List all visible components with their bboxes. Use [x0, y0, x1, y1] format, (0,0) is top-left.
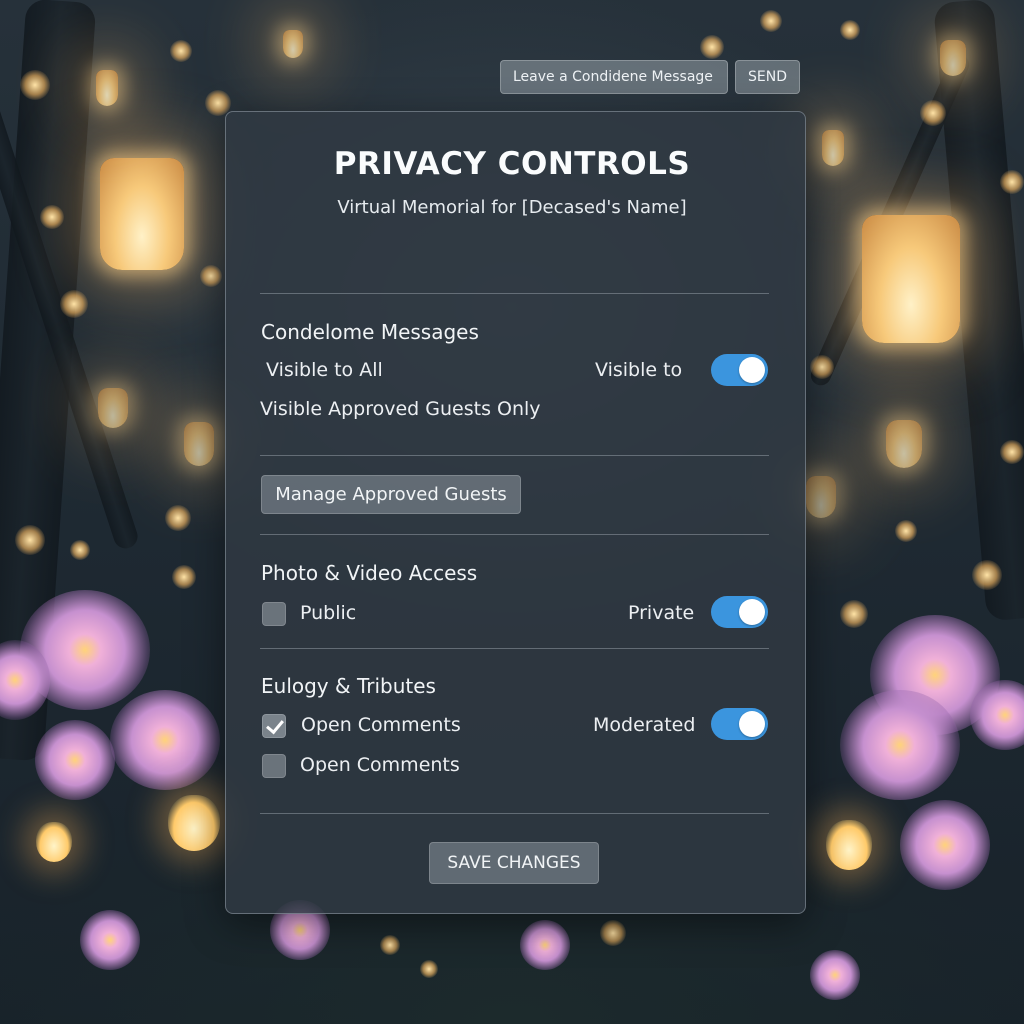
open-comments-checkbox-1[interactable]: [262, 714, 286, 738]
manage-approved-guests-button[interactable]: Manage Approved Guests: [261, 475, 521, 514]
message-bar: SEND: [500, 60, 800, 94]
eulogy-section-title: Eulogy & Tributes: [261, 674, 436, 698]
toggle-knob: [739, 357, 765, 383]
open-comments-checkbox-2[interactable]: [262, 754, 286, 778]
photo-video-private-toggle[interactable]: [711, 596, 768, 628]
condolence-message-input[interactable]: [500, 60, 728, 94]
private-toggle-label: Private: [628, 602, 695, 624]
divider: [260, 534, 769, 535]
open-comments-label-1: Open Comments: [301, 714, 461, 736]
condolence-section-title: Condelome Messages: [261, 320, 479, 344]
toggle-knob: [739, 599, 765, 625]
open-comments-label-2: Open Comments: [300, 754, 460, 776]
condolence-visibility-toggle[interactable]: [711, 354, 768, 386]
eulogy-moderated-toggle[interactable]: [711, 708, 768, 740]
divider: [260, 648, 769, 649]
option-visible-to-all[interactable]: Visible to All: [266, 359, 383, 381]
option-approved-guests-only[interactable]: Visible Approved Guests Only: [260, 398, 541, 420]
condolence-toggle-label: Visible to: [595, 359, 683, 381]
divider: [260, 293, 769, 294]
checkmark-icon: [266, 715, 284, 735]
send-button[interactable]: SEND: [735, 60, 800, 94]
photo-video-section-title: Photo & Video Access: [261, 561, 478, 585]
divider: [260, 813, 769, 814]
public-checkbox[interactable]: [262, 602, 286, 626]
page-subtitle: Virtual Memorial for [Decased's Name]: [337, 197, 687, 218]
public-label: Public: [300, 602, 357, 624]
moderated-toggle-label: Moderated: [593, 714, 696, 736]
toggle-knob: [739, 711, 765, 737]
divider: [260, 455, 769, 456]
save-changes-button[interactable]: SAVE CHANGES: [429, 842, 599, 884]
page-title: PRIVACY CONTROLS: [333, 146, 691, 182]
lantern-right: [862, 215, 960, 343]
